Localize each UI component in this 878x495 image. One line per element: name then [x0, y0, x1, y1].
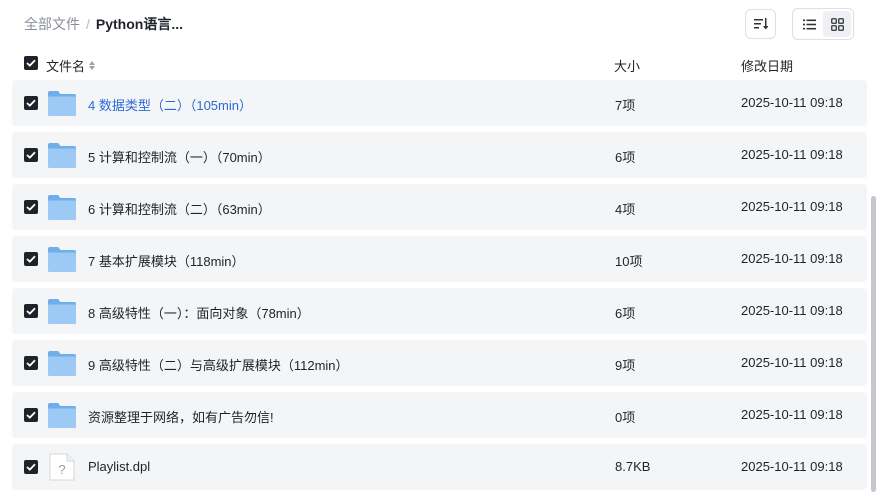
file-modified-date: 2025-10-11 09:18 — [741, 355, 843, 370]
file-size: 8.7KB — [615, 459, 651, 474]
checkmark-icon — [26, 359, 36, 367]
checkmark-icon — [26, 151, 36, 159]
folder-icon — [47, 193, 77, 221]
file-name[interactable]: 5 计算和控制流（一）（70min） — [88, 147, 271, 166]
file-name[interactable]: 6 计算和控制流（二）（63min） — [88, 199, 271, 218]
column-header-name[interactable]: 文件名 — [46, 56, 96, 75]
checkmark-icon — [26, 307, 36, 315]
sort-list-icon — [753, 18, 768, 30]
folder-icon — [47, 245, 77, 273]
file-size: 9项 — [615, 358, 636, 373]
checkmark-icon — [26, 463, 36, 471]
file-modified-date: 2025-10-11 09:18 — [741, 147, 843, 162]
unknown-file-icon: ? — [47, 453, 77, 481]
file-modified-date: 2025-10-11 09:18 — [741, 199, 843, 214]
folder-icon — [47, 349, 77, 377]
checkmark-icon — [26, 203, 36, 211]
list-item[interactable]: 4 数据类型（二）（105min） 7项 2025-10-11 09:18 — [12, 80, 867, 126]
row-checkbox[interactable] — [24, 356, 38, 370]
file-browser: 全部文件 / Python语言... 文件名 大小 修改日期 4 数据类型（二）… — [0, 0, 878, 495]
file-modified-date: 2025-10-11 09:18 — [741, 95, 843, 110]
table-header: 文件名 大小 修改日期 — [12, 50, 867, 78]
row-checkbox[interactable] — [24, 460, 38, 474]
file-size: 0项 — [615, 410, 636, 425]
list-item[interactable]: 5 计算和控制流（一）（70min） 6项 2025-10-11 09:18 — [12, 132, 867, 178]
grid-view-icon — [830, 17, 844, 31]
row-checkbox[interactable] — [24, 96, 38, 110]
select-all-checkbox[interactable] — [24, 56, 38, 70]
file-size: 10项 — [615, 254, 643, 269]
list-item[interactable]: 9 高级特性（二）与高级扩展模块（112min） 9项 2025-10-11 0… — [12, 340, 867, 386]
list-item[interactable]: 7 基本扩展模块（118min） 10项 2025-10-11 09:18 — [12, 236, 867, 282]
sort-button[interactable] — [745, 9, 776, 39]
list-item[interactable]: 资源整理于网络，如有广告勿信! 0项 2025-10-11 09:18 — [12, 392, 867, 438]
column-header-size[interactable]: 大小 — [614, 56, 640, 75]
column-header-name-label: 文件名 — [46, 59, 86, 74]
list-view-icon — [802, 19, 816, 29]
svg-text:?: ? — [58, 462, 65, 477]
view-toggle — [792, 8, 854, 40]
file-size: 6项 — [615, 306, 636, 321]
file-modified-date: 2025-10-11 09:18 — [741, 459, 843, 474]
file-name[interactable]: Playlist.dpl — [88, 459, 150, 474]
list-item[interactable]: ? Playlist.dpl 8.7KB 2025-10-11 09:18 — [12, 444, 867, 490]
checkmark-icon — [26, 411, 36, 419]
folder-icon — [47, 89, 77, 117]
list-view-button[interactable] — [795, 11, 823, 37]
file-size: 6项 — [615, 150, 636, 165]
file-name[interactable]: 8 高级特性（一）：面向对象（78min） — [88, 303, 310, 322]
row-checkbox[interactable] — [24, 200, 38, 214]
breadcrumb-current: Python语言... — [95, 16, 184, 32]
row-checkbox[interactable] — [24, 252, 38, 266]
checkmark-icon — [26, 99, 36, 107]
row-checkbox[interactable] — [24, 304, 38, 318]
breadcrumb-separator: / — [86, 16, 90, 32]
file-name[interactable]: 4 数据类型（二）（105min） — [88, 95, 252, 114]
file-name[interactable]: 9 高级特性（二）与高级扩展模块（112min） — [88, 355, 349, 374]
file-name[interactable]: 资源整理于网络，如有广告勿信! — [88, 407, 274, 426]
row-checkbox[interactable] — [24, 408, 38, 422]
sort-arrows-icon — [89, 61, 96, 70]
grid-view-button[interactable] — [823, 11, 851, 37]
list-item[interactable]: 8 高级特性（一）：面向对象（78min） 6项 2025-10-11 09:1… — [12, 288, 867, 334]
file-size: 7项 — [615, 98, 636, 113]
file-modified-date: 2025-10-11 09:18 — [741, 303, 843, 318]
scrollbar-thumb[interactable] — [871, 196, 876, 492]
breadcrumb-root-link[interactable]: 全部文件 — [24, 14, 80, 34]
checkmark-icon — [26, 255, 36, 263]
file-modified-date: 2025-10-11 09:18 — [741, 251, 843, 266]
column-header-date[interactable]: 修改日期 — [741, 56, 793, 75]
list-item[interactable]: 6 计算和控制流（二）（63min） 4项 2025-10-11 09:18 — [12, 184, 867, 230]
file-size: 4项 — [615, 202, 636, 217]
row-checkbox[interactable] — [24, 148, 38, 162]
top-bar: 全部文件 / Python语言... — [0, 0, 878, 50]
checkmark-icon — [26, 59, 36, 67]
file-modified-date: 2025-10-11 09:18 — [741, 407, 843, 422]
folder-icon — [47, 141, 77, 169]
breadcrumb: 全部文件 / Python语言... — [24, 14, 183, 34]
folder-icon — [47, 401, 77, 429]
folder-icon — [47, 297, 77, 325]
file-name[interactable]: 7 基本扩展模块（118min） — [88, 251, 245, 270]
